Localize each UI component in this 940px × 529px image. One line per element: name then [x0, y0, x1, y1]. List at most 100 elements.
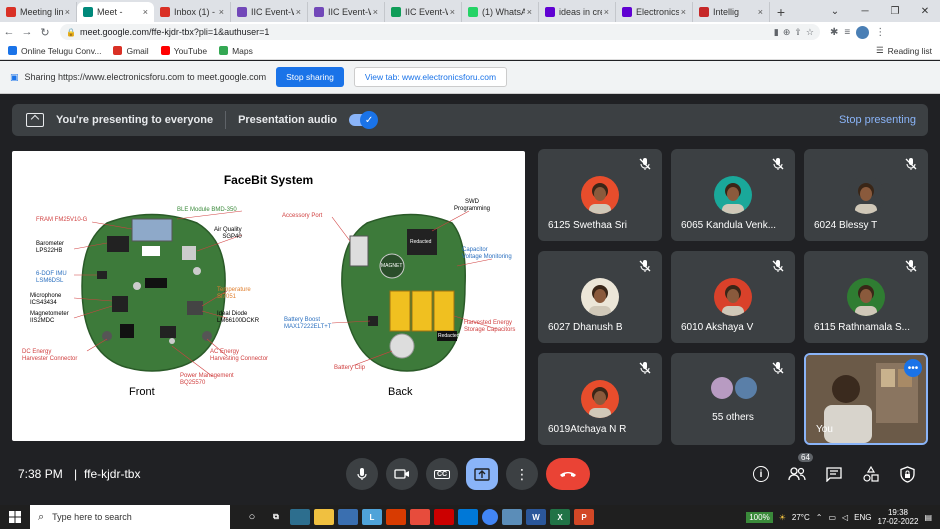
self-video-tile[interactable]: ••• You — [804, 353, 928, 445]
browser-tab[interactable]: ideas in cre × — [539, 2, 616, 22]
opera-icon[interactable] — [434, 509, 454, 525]
address-bar[interactable]: 🔒 meet.google.com/ffe-kjdr-tbx?pli=1&aut… — [60, 24, 820, 40]
battery-status[interactable]: 100% — [746, 511, 773, 523]
camera-button[interactable] — [386, 458, 418, 490]
task-view-icon[interactable]: ⧉ — [266, 509, 286, 525]
browser-tab[interactable]: Meeting lin × — [0, 2, 77, 22]
taskbar-clock[interactable]: 19:38 17-02-2022 — [878, 508, 919, 526]
zoom-icon[interactable]: ⊕ — [783, 27, 791, 38]
powerpoint-icon[interactable]: P — [574, 509, 594, 525]
chat-button[interactable] — [823, 463, 845, 485]
app-l-icon[interactable]: L — [362, 509, 382, 525]
captions-button[interactable]: CC — [426, 458, 458, 490]
participant-tile[interactable]: 6115 Rathnamala S... — [804, 251, 928, 343]
participant-tile[interactable]: 6024 Blessy T — [804, 149, 928, 241]
leave-call-button[interactable] — [546, 458, 590, 490]
host-controls-button[interactable] — [896, 463, 918, 485]
reading-list-button[interactable]: ☰ Reading list — [876, 45, 932, 56]
start-button[interactable] — [0, 505, 30, 529]
close-tab-icon[interactable]: × — [758, 7, 763, 17]
word-icon[interactable]: W — [526, 509, 546, 525]
browser-tab[interactable]: Electronics × — [616, 2, 693, 22]
chrome-icon[interactable] — [482, 509, 498, 525]
people-button[interactable] — [786, 463, 808, 485]
browser-tab[interactable]: IIC Event-W× — [231, 2, 308, 22]
more-options-button[interactable]: ⋮ — [506, 458, 538, 490]
bookmark-star-icon[interactable]: ☆ — [806, 27, 814, 38]
back-button[interactable]: ← — [0, 26, 18, 38]
mic-off-icon — [904, 157, 918, 171]
reload-button[interactable]: ↻ — [36, 26, 54, 39]
share-icon[interactable]: ⇪ — [794, 27, 802, 38]
cortana-icon[interactable]: ○ — [242, 509, 262, 525]
stop-sharing-button[interactable]: Stop sharing — [276, 67, 344, 87]
extensions-icon[interactable]: ✱ — [830, 27, 838, 38]
close-window-button[interactable]: ✕ — [910, 0, 940, 22]
language-indicator[interactable]: ENG — [854, 513, 871, 522]
browser-tab[interactable]: IIC Event-W× — [308, 2, 385, 22]
temperature[interactable]: 27°C — [792, 513, 810, 522]
weather-icon[interactable]: ☀ — [779, 513, 786, 522]
present-now-button[interactable] — [466, 458, 498, 490]
camera-icon[interactable]: ▮ — [774, 27, 779, 38]
app-icon[interactable] — [290, 509, 310, 525]
bookmark-item[interactable]: Gmail — [113, 46, 149, 56]
participant-tile[interactable]: 6019Atchaya N R — [538, 353, 662, 445]
presentation-audio-label: Presentation audio — [238, 114, 338, 126]
close-tab-icon[interactable]: × — [143, 7, 148, 17]
microphone-button[interactable] — [346, 458, 378, 490]
close-tab-icon[interactable]: × — [65, 7, 70, 17]
media-icon[interactable]: ≡ — [844, 27, 850, 38]
close-tab-icon[interactable]: × — [604, 7, 609, 17]
lock-icon[interactable]: 🔒 — [66, 28, 76, 37]
browser-tab[interactable]: Meet - × — [77, 2, 154, 22]
menu-icon[interactable]: ⋮ — [875, 27, 885, 38]
close-tab-icon[interactable]: × — [219, 7, 224, 17]
more-options-icon[interactable]: ••• — [904, 359, 922, 377]
volume-icon[interactable]: ◁ — [842, 513, 848, 522]
photos-icon[interactable] — [502, 509, 522, 525]
activities-button[interactable] — [860, 463, 882, 485]
taskbar-search[interactable]: ⌕ Type here to search — [30, 505, 230, 529]
acrobat-icon[interactable] — [410, 509, 430, 525]
meet-icon — [83, 7, 93, 17]
minimize-button[interactable]: ─ — [850, 0, 880, 22]
profile-avatar[interactable] — [856, 25, 870, 39]
present-screen-icon — [26, 113, 44, 127]
participant-tile[interactable]: 6027 Dhanush B — [538, 251, 662, 343]
maximize-button[interactable]: ❐ — [880, 0, 910, 22]
participant-tile[interactable]: 55 others — [671, 353, 795, 445]
stop-presenting-button[interactable]: Stop presenting — [839, 114, 916, 126]
bookmark-item[interactable]: Maps — [219, 46, 253, 56]
close-tab-icon[interactable]: × — [527, 7, 532, 17]
participant-tile[interactable]: 6065 Kandula Venk... — [671, 149, 795, 241]
close-tab-icon[interactable]: × — [373, 7, 378, 17]
tab-label: Inbox (1) - — [174, 7, 216, 17]
store-icon[interactable] — [338, 509, 358, 525]
meeting-details-button[interactable]: i — [750, 463, 772, 485]
notification-icon[interactable]: ▤ — [924, 513, 932, 522]
avatar — [714, 176, 752, 214]
network-icon[interactable]: ▭ — [828, 513, 836, 522]
edge-icon[interactable] — [458, 509, 478, 525]
browser-tab[interactable]: IIC Event-W× — [385, 2, 462, 22]
chevron-up-icon[interactable]: ⌃ — [816, 513, 823, 522]
browser-tab[interactable]: (1) WhatsA × — [462, 2, 539, 22]
presentation-audio-toggle[interactable]: ✓ — [349, 111, 379, 129]
bookmark-item[interactable]: Online Telugu Conv... — [8, 46, 101, 56]
view-tab-button[interactable]: View tab: www.electronicsforu.com — [353, 67, 508, 87]
office-icon[interactable] — [386, 509, 406, 525]
bookmark-item[interactable]: YouTube — [160, 46, 207, 56]
chevron-down-icon[interactable]: ⌄ — [820, 0, 850, 22]
close-tab-icon[interactable]: × — [296, 7, 301, 17]
participant-tile[interactable]: 6010 Akshaya V — [671, 251, 795, 343]
participant-tile[interactable]: 6125 Swethaa Sri — [538, 149, 662, 241]
close-tab-icon[interactable]: × — [681, 7, 686, 17]
browser-tab[interactable]: Inbox (1) - × — [154, 2, 231, 22]
forward-button[interactable]: → — [18, 26, 36, 38]
close-tab-icon[interactable]: × — [450, 7, 455, 17]
browser-tab[interactable]: Intellig × — [693, 2, 770, 22]
file-explorer-icon[interactable] — [314, 509, 334, 525]
new-tab-button[interactable]: + — [770, 2, 792, 22]
excel-icon[interactable]: X — [550, 509, 570, 525]
